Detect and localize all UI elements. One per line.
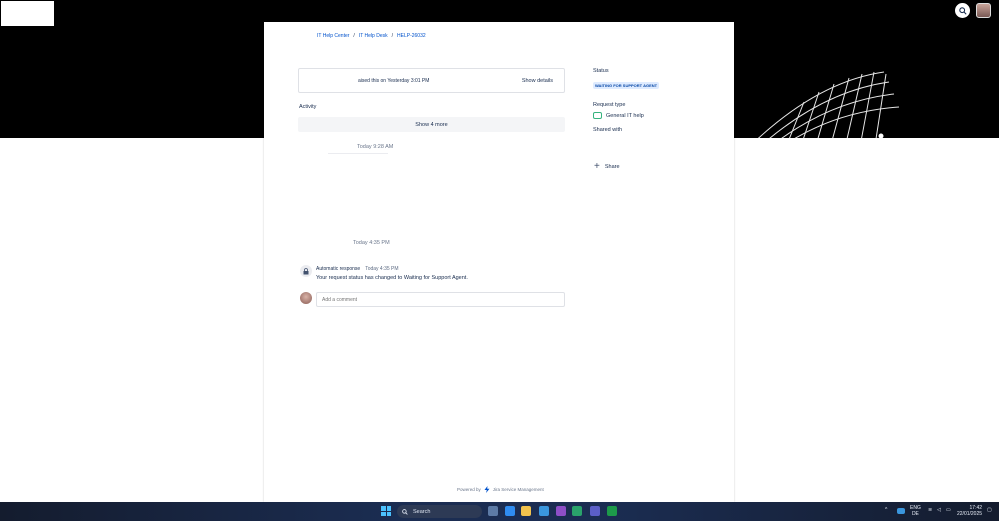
- breadcrumb-separator: /: [353, 33, 355, 39]
- teams-icon[interactable]: [590, 506, 600, 516]
- chevron-up-icon[interactable]: ^: [885, 507, 887, 513]
- breadcrumb-issue-key[interactable]: HELP-26032: [397, 33, 426, 39]
- show-more-button[interactable]: Show 4 more: [298, 117, 565, 132]
- lightning-icon: [484, 486, 490, 493]
- comment-input[interactable]: [316, 292, 565, 307]
- wifi-icon[interactable]: ≋: [928, 507, 932, 513]
- snipping-tool-icon[interactable]: [539, 506, 549, 516]
- outlook-icon[interactable]: [505, 506, 515, 516]
- search-icon: [402, 508, 408, 515]
- request-type-label: Request type: [593, 102, 626, 108]
- onenote-icon[interactable]: [556, 506, 566, 516]
- lock-icon: [303, 267, 309, 274]
- comment-author: Automatic response: [316, 266, 361, 272]
- request-sidebar: Status WAITING FOR SUPPORT AGENT Request…: [593, 68, 660, 133]
- request-type-value: General IT help: [606, 112, 644, 119]
- search-icon: [958, 6, 967, 15]
- windows-start-icon[interactable]: [381, 506, 391, 516]
- search-button[interactable]: [955, 3, 970, 18]
- profile-avatar[interactable]: [976, 3, 991, 18]
- breadcrumb-help-center[interactable]: IT Help Center: [317, 33, 349, 39]
- clock-date: 22/01/2025: [957, 511, 983, 517]
- show-details-button[interactable]: Show details: [522, 78, 553, 84]
- request-card: IT Help Center / IT Help Desk / HELP-260…: [264, 22, 734, 502]
- comment-body: Your request status has changed to Waiti…: [316, 275, 468, 281]
- activity-timestamp: Today 9:28 AM: [357, 144, 394, 150]
- activity-timestamp: Today 4:35 PM: [353, 240, 390, 246]
- powered-by-text: Powered by: [457, 487, 481, 492]
- file-explorer-icon[interactable]: [521, 506, 531, 516]
- raised-on-text: aised this on Yesterday 3:01 PM: [358, 78, 430, 84]
- edge-icon[interactable]: [572, 506, 582, 516]
- automation-avatar: [300, 265, 312, 277]
- powered-by-footer: Powered by Jira Service Management: [457, 486, 544, 493]
- battery-icon[interactable]: ▭: [946, 507, 951, 513]
- excel-icon[interactable]: [607, 506, 617, 516]
- language-indicator[interactable]: ENG DE: [910, 505, 921, 517]
- breadcrumb-separator: /: [391, 33, 394, 39]
- volume-icon[interactable]: ◁: [937, 507, 941, 513]
- activity-divider: [328, 153, 388, 154]
- notifications-icon[interactable]: ▢: [987, 507, 992, 513]
- share-label: Share: [604, 164, 620, 170]
- logo[interactable]: [1, 1, 54, 26]
- taskbar-search-label: Search: [413, 508, 431, 515]
- request-summary-box: aised this on Yesterday 3:01 PM Show det…: [298, 68, 565, 93]
- request-type-icon: [593, 112, 602, 119]
- clock[interactable]: 17:42 22/01/2025: [957, 505, 982, 517]
- onedrive-icon[interactable]: [897, 508, 905, 514]
- comment-time: Today 4:35 PM: [365, 266, 399, 272]
- breadcrumb-help-desk[interactable]: IT Help Desk: [359, 33, 388, 39]
- breadcrumb: IT Help Center / IT Help Desk / HELP-260…: [317, 33, 426, 39]
- request-type: General IT help: [593, 112, 659, 119]
- banner-image: [758, 71, 900, 138]
- task-view-icon[interactable]: [488, 506, 498, 516]
- product-name[interactable]: Jira Service Management: [493, 487, 544, 492]
- plus-icon: +: [594, 161, 600, 172]
- status-label: Status: [593, 68, 609, 74]
- keyboard-layout: DE: [911, 511, 919, 517]
- status-badge: WAITING FOR SUPPORT AGENT: [593, 82, 660, 89]
- shared-with-label: Shared with: [593, 127, 623, 133]
- automatic-response-header: Automatic response Today 4:35 PM: [316, 266, 399, 272]
- taskbar: Search ^ ENG DE ≋ ◁ ▭ 17:42 22/01/2025 ▢: [0, 502, 999, 521]
- user-avatar: [300, 292, 312, 304]
- taskbar-search[interactable]: Search: [397, 505, 482, 518]
- share-button[interactable]: + Share: [594, 162, 620, 172]
- activity-heading: Activity: [299, 104, 317, 110]
